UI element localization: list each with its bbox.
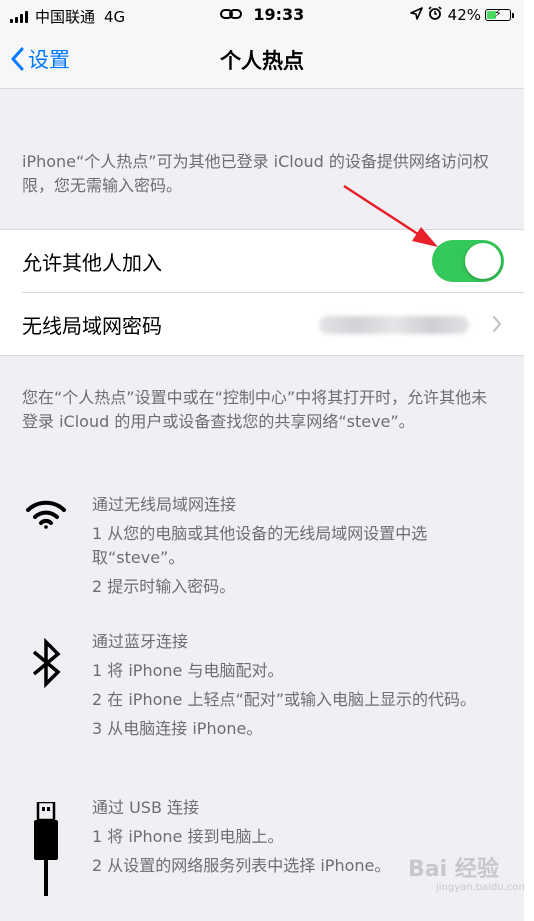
bluetooth-method-title: 通过蓝牙连接 — [92, 632, 189, 651]
watermark-sub: jingyan.baidu.com — [436, 882, 529, 893]
wifi-method-text: 通过无线局域网连接 1 从您的电脑或其他设备的无线局域网设置中选取“steve”… — [92, 493, 512, 604]
status-bar: 中国联通 4G 19:33 42% ⚡ — [0, 0, 524, 32]
allow-others-toggle[interactable] — [432, 240, 504, 282]
baidu-watermark: Bai 经验 jingyan.baidu.com — [408, 858, 528, 894]
right-edge-strip — [524, 0, 534, 921]
toggle-knob — [465, 243, 501, 279]
chevron-right-icon — [492, 315, 502, 333]
page-title: 个人热点 — [220, 49, 304, 73]
wifi-password-cell[interactable]: 无线局域网密码 — [22, 292, 524, 355]
password-value-blurred — [319, 316, 469, 334]
nav-bar: 设置 个人热点 — [0, 32, 524, 89]
discovery-description: 您在“个人热点”设置中或在“控制中心”中将其打开时，允许其他未登录 iCloud… — [22, 388, 488, 431]
settings-group: 允许其他人加入 无线局域网密码 — [0, 229, 524, 356]
allow-others-cell: 允许其他人加入 — [0, 230, 524, 292]
status-time: 19:33 — [253, 5, 305, 24]
bluetooth-icon — [32, 638, 61, 688]
watermark-text: Bai 经验 — [408, 857, 499, 882]
allow-others-label: 允许其他人加入 — [22, 250, 162, 275]
usb-step: 1 将 iPhone 接到电脑上。 — [92, 827, 284, 846]
battery-percent: 42% — [447, 6, 481, 24]
bluetooth-method-text: 通过蓝牙连接 1 将 iPhone 与电脑配对。 2 在 iPhone 上轻点“… — [92, 630, 512, 746]
alarm-icon — [428, 6, 442, 24]
wifi-step: 1 从您的电脑或其他设备的无线局域网设置中选取“steve”。 — [92, 524, 428, 567]
link-icon — [219, 5, 242, 24]
status-right: 42% ⚡ — [409, 6, 514, 24]
bluetooth-step: 2 在 iPhone 上轻点“配对”或输入电脑上显示的代码。 — [92, 690, 477, 709]
usb-cable-icon — [34, 802, 58, 896]
screen: 中国联通 4G 19:33 42% ⚡ 设置 个人热点 iPhone“个人热点”… — [0, 0, 528, 921]
wifi-password-label: 无线局域网密码 — [22, 313, 162, 338]
battery-tip — [512, 12, 514, 18]
location-icon — [409, 6, 423, 24]
annotation-arrow-icon — [343, 184, 438, 247]
battery-icon: ⚡ — [485, 7, 511, 21]
bluetooth-step: 3 从电脑连接 iPhone。 — [92, 719, 263, 738]
bluetooth-step: 1 将 iPhone 与电脑配对。 — [92, 661, 284, 680]
wifi-method-title: 通过无线局域网连接 — [92, 495, 237, 514]
hotspot-description: iPhone“个人热点”可为其他已登录 iCloud 的设备提供网络访问权限，您… — [22, 152, 489, 195]
usb-method-title: 通过 USB 连接 — [92, 798, 200, 817]
wifi-icon — [26, 500, 66, 529]
wifi-step: 2 提示时输入密码。 — [92, 577, 236, 596]
